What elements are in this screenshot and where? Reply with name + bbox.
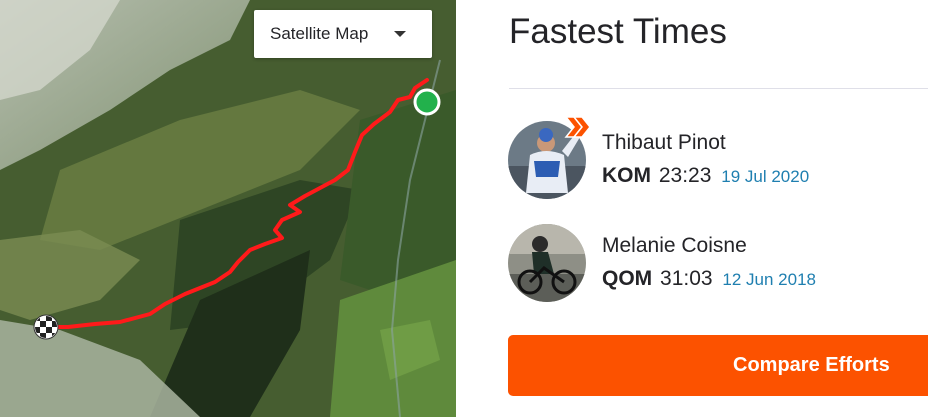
qom-label: QOM (602, 267, 653, 290)
effort-time: 23:23 (658, 164, 712, 187)
finish-marker (33, 314, 59, 340)
athlete-name[interactable]: Thibaut Pinot (602, 131, 726, 155)
avatar[interactable] (508, 224, 586, 302)
effort-time: 31:03 (660, 267, 713, 290)
leader-row-qom: Melanie Coisne QOM 31:03 12 Jun 2018 (508, 224, 928, 304)
map-type-label: Satellite Map (270, 24, 369, 43)
leader-row-kom: Thibaut Pinot KOM 23:23 19 Jul 2020 (508, 116, 928, 201)
caret-down-icon (394, 31, 406, 37)
map-type-dropdown[interactable]: Satellite Map (254, 10, 432, 58)
route-line (44, 78, 429, 329)
leaderboard-panel: Fastest Times Thibaut Pinot KOM 23:23 19… (456, 0, 928, 417)
athlete-name[interactable]: Melanie Coisne (602, 234, 747, 258)
effort-stat: KOM 23:23 19 Jul 2020 (602, 164, 809, 188)
segment-map[interactable]: Satellite Map (0, 0, 456, 417)
effort-date-link[interactable]: 12 Jun 2018 (722, 270, 816, 289)
kom-label: KOM (602, 164, 651, 187)
double-chevron-icon (564, 116, 591, 138)
start-marker (413, 88, 441, 116)
divider (509, 88, 928, 89)
effort-stat: QOM 31:03 12 Jun 2018 (602, 267, 816, 291)
route-overlay (33, 78, 441, 340)
compare-efforts-button[interactable]: Compare Efforts (508, 335, 928, 396)
panel-title: Fastest Times (509, 12, 727, 51)
effort-date-link[interactable]: 19 Jul 2020 (721, 167, 809, 186)
